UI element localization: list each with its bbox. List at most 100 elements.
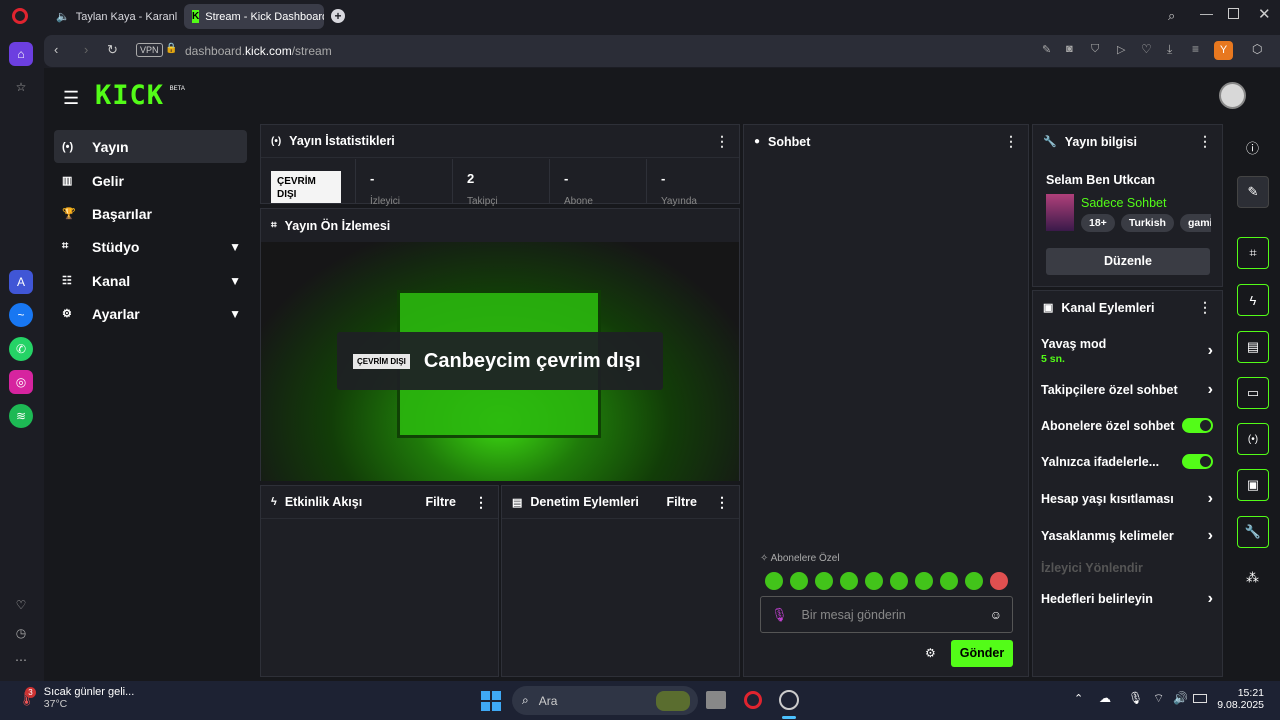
subs-only-toggle[interactable] — [1182, 418, 1213, 433]
send-button[interactable]: Gönder — [951, 640, 1013, 667]
vpn-badge[interactable]: VPN — [136, 43, 163, 57]
emote[interactable] — [990, 572, 1008, 590]
account-age-row[interactable]: Hesap yaşı kısıtlaması › — [1041, 490, 1213, 508]
profile-avatar[interactable]: Y — [1214, 41, 1233, 60]
back-icon[interactable]: ‹ — [54, 42, 58, 57]
forward-icon[interactable]: › — [84, 42, 88, 57]
nav-basarilar[interactable]: 🏆 Başarılar — [54, 197, 247, 230]
volume-icon[interactable]: 🔊 — [1173, 691, 1188, 705]
app-taskbar-icon[interactable] — [779, 690, 799, 710]
heart-icon[interactable]: ♡ — [9, 593, 33, 617]
banned-words-row[interactable]: Yasaklanmış kelimeler › — [1041, 527, 1213, 545]
instagram-icon[interactable]: ◎ — [9, 370, 33, 394]
emotes-only-toggle[interactable] — [1182, 454, 1213, 469]
nav-kanal[interactable]: ☷ Kanal ▼ — [54, 264, 247, 297]
emote[interactable] — [915, 572, 933, 590]
add-widget-icon[interactable]: ⁂ — [1246, 570, 1259, 586]
nav-gelir[interactable]: ▥ Gelir — [54, 164, 247, 197]
hamburger-icon[interactable]: ☰ — [63, 88, 79, 109]
menu-icon[interactable]: ≡ — [1192, 42, 1199, 56]
emote[interactable] — [815, 572, 833, 590]
search-icon[interactable]: ⌕ — [1168, 8, 1175, 24]
wifi-icon[interactable]: ⌔ — [1153, 691, 1164, 706]
moderation-tool-button[interactable]: ▤ — [1237, 331, 1269, 363]
category-link[interactable]: Sadece Sohbet — [1081, 196, 1167, 210]
microphone-icon[interactable]: 🎙 — [1128, 691, 1143, 705]
close-button[interactable]: ✕ — [1258, 5, 1271, 23]
tag[interactable]: gamin — [1179, 214, 1211, 232]
aria-icon[interactable]: A — [9, 270, 33, 294]
spotify-icon[interactable]: ≋ — [9, 404, 33, 428]
clock[interactable]: 15:21 9.08.2025 — [1216, 687, 1264, 711]
nav-ayarlar[interactable]: ⚙ Ayarlar ▼ — [54, 297, 247, 330]
download-icon[interactable]: ⤓ — [1167, 42, 1172, 57]
microphone-icon[interactable]: 🎙 — [771, 607, 788, 623]
opera-logo-icon[interactable] — [12, 8, 28, 24]
edit-button[interactable]: Düzenle — [1046, 248, 1210, 275]
weather-title: Sıcak günler geli... — [43, 686, 135, 698]
emote[interactable] — [890, 572, 908, 590]
kick-logo[interactable]: KICK BETA — [95, 80, 185, 111]
emote[interactable] — [965, 572, 983, 590]
maximize-button[interactable] — [1228, 8, 1239, 19]
whatsapp-icon[interactable]: ✆ — [9, 337, 33, 361]
preview-tool-button[interactable]: ⌗ — [1237, 237, 1269, 269]
star-icon[interactable]: ☆ — [9, 75, 33, 99]
kebab-menu-icon[interactable]: ⋮ — [474, 494, 488, 511]
battery-icon[interactable] — [1193, 694, 1207, 703]
minimize-button[interactable]: — — [1200, 6, 1213, 21]
emote[interactable] — [765, 572, 783, 590]
heart-icon[interactable]: ♡ — [1141, 42, 1152, 56]
reload-icon[interactable]: ↻ — [107, 42, 118, 58]
actions-tool-button[interactable]: ▣ — [1237, 469, 1269, 501]
emote[interactable] — [840, 572, 858, 590]
home-icon[interactable]: ⌂ — [9, 42, 33, 66]
gear-icon[interactable]: ⚙ — [925, 646, 936, 660]
cloud-icon[interactable]: ☁ — [1099, 691, 1111, 705]
url-field[interactable]: dashboard.kick.com/stream — [185, 44, 332, 58]
slow-mode-row[interactable]: Yavaş mod 5 sn. › — [1041, 337, 1213, 365]
pencil-button[interactable]: ✎ — [1237, 176, 1269, 208]
windows-start-icon[interactable] — [481, 691, 501, 711]
broadcast-tool-button[interactable]: (•) — [1237, 423, 1269, 455]
chevron-up-icon[interactable]: ⌃ — [1074, 692, 1083, 705]
emote[interactable] — [790, 572, 808, 590]
tag[interactable]: 18+ — [1081, 214, 1115, 232]
nav-studyo[interactable]: ⌗ Stüdyo ▼ — [54, 230, 247, 263]
opera-taskbar-icon[interactable] — [744, 691, 762, 709]
kebab-menu-icon[interactable]: ⋮ — [715, 494, 729, 511]
tab-youtube[interactable]: 🔈 Taylan Kaya - Karanlık — [42, 4, 178, 29]
extensions-icon[interactable]: ⬡ — [1252, 42, 1262, 56]
kebab-menu-icon[interactable]: ⋮ — [1198, 133, 1212, 150]
chat-tool-button[interactable]: ▭ — [1237, 377, 1269, 409]
emote[interactable] — [940, 572, 958, 590]
filter-button[interactable]: Filtre — [666, 495, 697, 509]
edit-icon[interactable]: ✎ — [1042, 43, 1051, 56]
nav-yayin[interactable]: (•) Yayın — [54, 130, 247, 163]
messenger-icon[interactable]: ~ — [9, 303, 33, 327]
chat-input[interactable]: 🎙 Bir mesaj gönderin ☺ — [760, 596, 1013, 633]
new-tab-button[interactable]: + — [331, 9, 345, 23]
weather-widget[interactable]: 🌡 3 Sıcak günler geli... 37°C — [18, 686, 134, 710]
taskbar-search[interactable]: ⌕ Ara — [512, 686, 698, 715]
goals-row[interactable]: Hedefleri belirleyin › — [1041, 590, 1213, 608]
emote[interactable] — [865, 572, 883, 590]
history-icon[interactable]: ◷ — [9, 621, 33, 645]
info-icon[interactable]: ⓘ — [1246, 138, 1259, 157]
more-icon[interactable]: ⋯ — [9, 648, 33, 672]
task-view-icon[interactable] — [706, 691, 726, 709]
kebab-menu-icon[interactable]: ⋮ — [715, 133, 729, 150]
filter-button[interactable]: Filtre — [425, 495, 456, 509]
kebab-menu-icon[interactable]: ⋮ — [1198, 299, 1212, 316]
wrench-tool-button[interactable]: 🔧 — [1237, 516, 1269, 548]
activity-tool-button[interactable]: ϟ — [1237, 284, 1269, 316]
emoji-icon[interactable]: ☺ — [990, 608, 1002, 622]
play-icon[interactable]: ▷ — [1117, 43, 1125, 56]
kebab-menu-icon[interactable]: ⋮ — [1004, 133, 1018, 150]
shield-icon[interactable]: ⛉ — [1091, 43, 1099, 56]
user-avatar[interactable] — [1219, 82, 1246, 109]
followers-only-row[interactable]: Takipçilere özel sohbet › — [1041, 381, 1213, 399]
camera-icon[interactable]: ◙ — [1066, 43, 1073, 55]
tab-kick-dashboard[interactable]: K Stream - Kick Dashboard — [184, 4, 324, 29]
tag[interactable]: Turkish — [1120, 214, 1174, 232]
